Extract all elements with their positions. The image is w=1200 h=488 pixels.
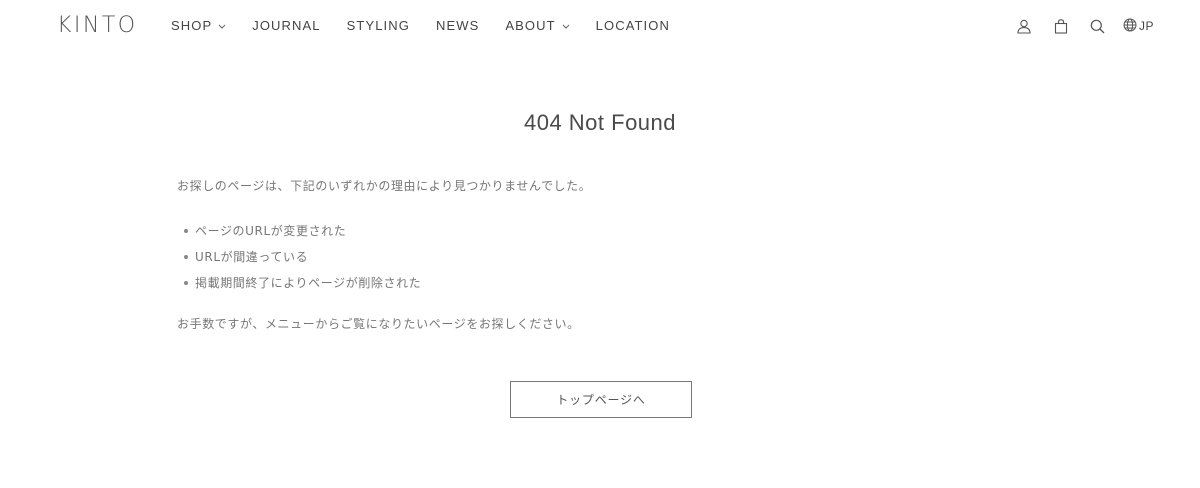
nav-item-news[interactable]: NEWS xyxy=(436,18,479,34)
bag-icon[interactable] xyxy=(1052,17,1070,35)
main-nav: SHOP JOURNAL STYLING NEWS ABOUT LOCATION xyxy=(171,18,696,34)
intro-text: お探しのページは、下記のいずれかの理由により見つかりませんでした。 xyxy=(177,179,592,193)
chevron-down-icon xyxy=(562,22,570,30)
nav-item-journal[interactable]: JOURNAL xyxy=(252,18,320,34)
outro-text: お手数ですが、メニューからご覧になりたいページをお探しください。 xyxy=(177,317,580,331)
top-page-button-label: トップページへ xyxy=(556,393,646,407)
reason-list: ページのURLが変更された URLが間違っている 掲載期間終了によりページが削除… xyxy=(177,218,1037,296)
search-icon[interactable] xyxy=(1089,17,1107,35)
nav-item-label: NEWS xyxy=(435,18,480,33)
nav-item-label: ABOUT xyxy=(505,18,556,33)
nav-item-shop[interactable]: SHOP xyxy=(171,18,226,34)
page-title: 404 Not Found xyxy=(523,110,677,135)
list-item: URLが間違っている xyxy=(177,244,1037,270)
kinto-logo[interactable]: KINTO xyxy=(57,13,138,39)
user-icon[interactable] xyxy=(1015,17,1033,35)
globe-icon xyxy=(1123,18,1139,35)
list-item: 掲載期間終了によりページが削除された xyxy=(177,270,1037,296)
nav-item-label: STYLING xyxy=(346,18,410,33)
top-page-button[interactable]: トップページへ xyxy=(510,381,692,418)
nav-item-location[interactable]: LOCATION xyxy=(596,18,670,34)
nav-item-label: SHOP xyxy=(171,18,213,33)
nav-item-styling[interactable]: STYLING xyxy=(347,18,410,34)
site-header: KINTO SHOP JOURNAL STYLING NEWS ABOUT LO… xyxy=(0,0,1200,52)
header-tools: JP xyxy=(996,17,1154,35)
nav-item-label: JOURNAL xyxy=(252,18,321,33)
nav-item-about[interactable]: ABOUT xyxy=(505,18,570,34)
language-label: JP xyxy=(1138,19,1154,33)
language-selector[interactable]: JP xyxy=(1123,18,1154,35)
nav-item-label: LOCATION xyxy=(595,18,670,33)
error-message: お探しのページは、下記のいずれかの理由により見つかりませんでした。 ページのUR… xyxy=(177,176,1037,334)
chevron-down-icon xyxy=(218,22,226,30)
list-item: ページのURLが変更された xyxy=(177,218,1037,244)
